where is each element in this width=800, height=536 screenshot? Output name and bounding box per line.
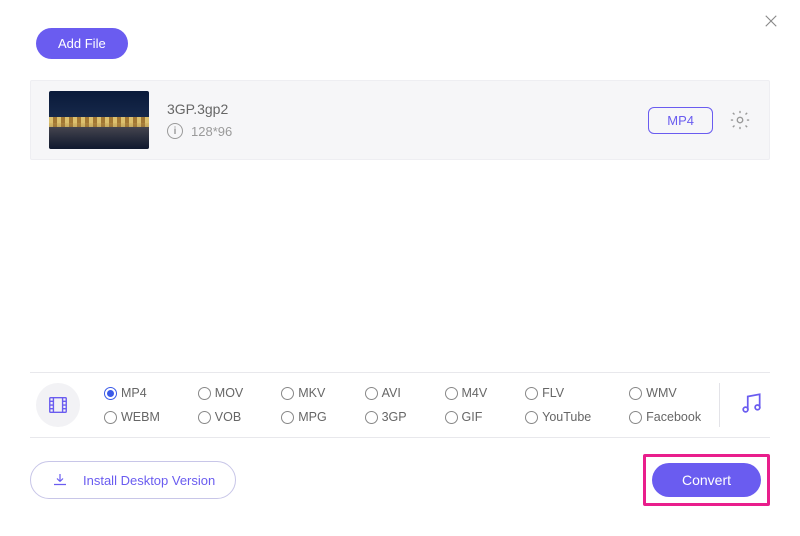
footer-bar: Install Desktop Version Convert	[30, 454, 770, 506]
convert-button[interactable]: Convert	[652, 463, 761, 497]
format-option-mpg[interactable]: MPG	[281, 410, 334, 424]
format-option-label: YouTube	[542, 410, 591, 424]
file-meta: 3GP.3gp2 i 128*96	[167, 101, 648, 139]
format-options-grid: MP4 MOV MKV AVI M4V FLV WMV WEBM VOB MPG 3GP GIF You…	[104, 386, 709, 424]
radio-icon	[445, 411, 458, 424]
download-icon	[51, 471, 69, 489]
format-option-label: FLV	[542, 386, 564, 400]
install-desktop-button[interactable]: Install Desktop Version	[30, 461, 236, 499]
radio-icon	[629, 411, 642, 424]
radio-icon	[365, 411, 378, 424]
radio-icon	[629, 387, 642, 400]
file-info: i 128*96	[167, 123, 648, 139]
radio-icon	[445, 387, 458, 400]
format-option-facebook[interactable]: Facebook	[629, 410, 709, 424]
radio-icon	[104, 387, 117, 400]
format-option-flv[interactable]: FLV	[525, 386, 599, 400]
format-option-mp4[interactable]: MP4	[104, 386, 168, 400]
radio-icon	[281, 387, 294, 400]
target-format-badge[interactable]: MP4	[648, 107, 713, 134]
format-panel: MP4 MOV MKV AVI M4V FLV WMV WEBM VOB MPG 3GP GIF You…	[30, 372, 770, 438]
info-icon[interactable]: i	[167, 123, 183, 139]
radio-icon	[365, 387, 378, 400]
radio-icon	[281, 411, 294, 424]
format-option-label: MOV	[215, 386, 243, 400]
radio-icon	[525, 387, 538, 400]
install-label: Install Desktop Version	[83, 473, 215, 488]
convert-highlight-box: Convert	[643, 454, 770, 506]
format-option-wmv[interactable]: WMV	[629, 386, 709, 400]
add-file-button[interactable]: Add File	[36, 28, 128, 59]
format-option-vob[interactable]: VOB	[198, 410, 251, 424]
radio-icon	[198, 387, 211, 400]
format-option-label: Facebook	[646, 410, 701, 424]
panel-divider	[719, 383, 720, 427]
format-option-label: M4V	[462, 386, 488, 400]
audio-category-icon[interactable]	[738, 390, 764, 421]
format-option-label: AVI	[382, 386, 401, 400]
format-option-gif[interactable]: GIF	[445, 410, 496, 424]
file-name: 3GP.3gp2	[167, 101, 648, 117]
radio-icon	[104, 411, 117, 424]
format-option-label: 3GP	[382, 410, 407, 424]
format-option-avi[interactable]: AVI	[365, 386, 415, 400]
format-option-label: WMV	[646, 386, 677, 400]
format-option-m4v[interactable]: M4V	[445, 386, 496, 400]
radio-icon	[525, 411, 538, 424]
file-thumbnail	[49, 91, 149, 149]
gear-icon[interactable]	[729, 109, 751, 131]
file-resolution: 128*96	[191, 124, 232, 139]
format-option-label: MP4	[121, 386, 147, 400]
format-option-label: WEBM	[121, 410, 160, 424]
format-option-label: MPG	[298, 410, 326, 424]
file-item: 3GP.3gp2 i 128*96 MP4	[30, 80, 770, 160]
format-option-3gp[interactable]: 3GP	[365, 410, 415, 424]
radio-icon	[198, 411, 211, 424]
format-option-label: MKV	[298, 386, 325, 400]
format-option-youtube[interactable]: YouTube	[525, 410, 599, 424]
format-option-mov[interactable]: MOV	[198, 386, 251, 400]
format-option-webm[interactable]: WEBM	[104, 410, 168, 424]
format-option-mkv[interactable]: MKV	[281, 386, 334, 400]
format-option-label: GIF	[462, 410, 483, 424]
close-icon[interactable]	[762, 12, 782, 32]
video-category-icon[interactable]	[36, 383, 80, 427]
format-option-label: VOB	[215, 410, 241, 424]
